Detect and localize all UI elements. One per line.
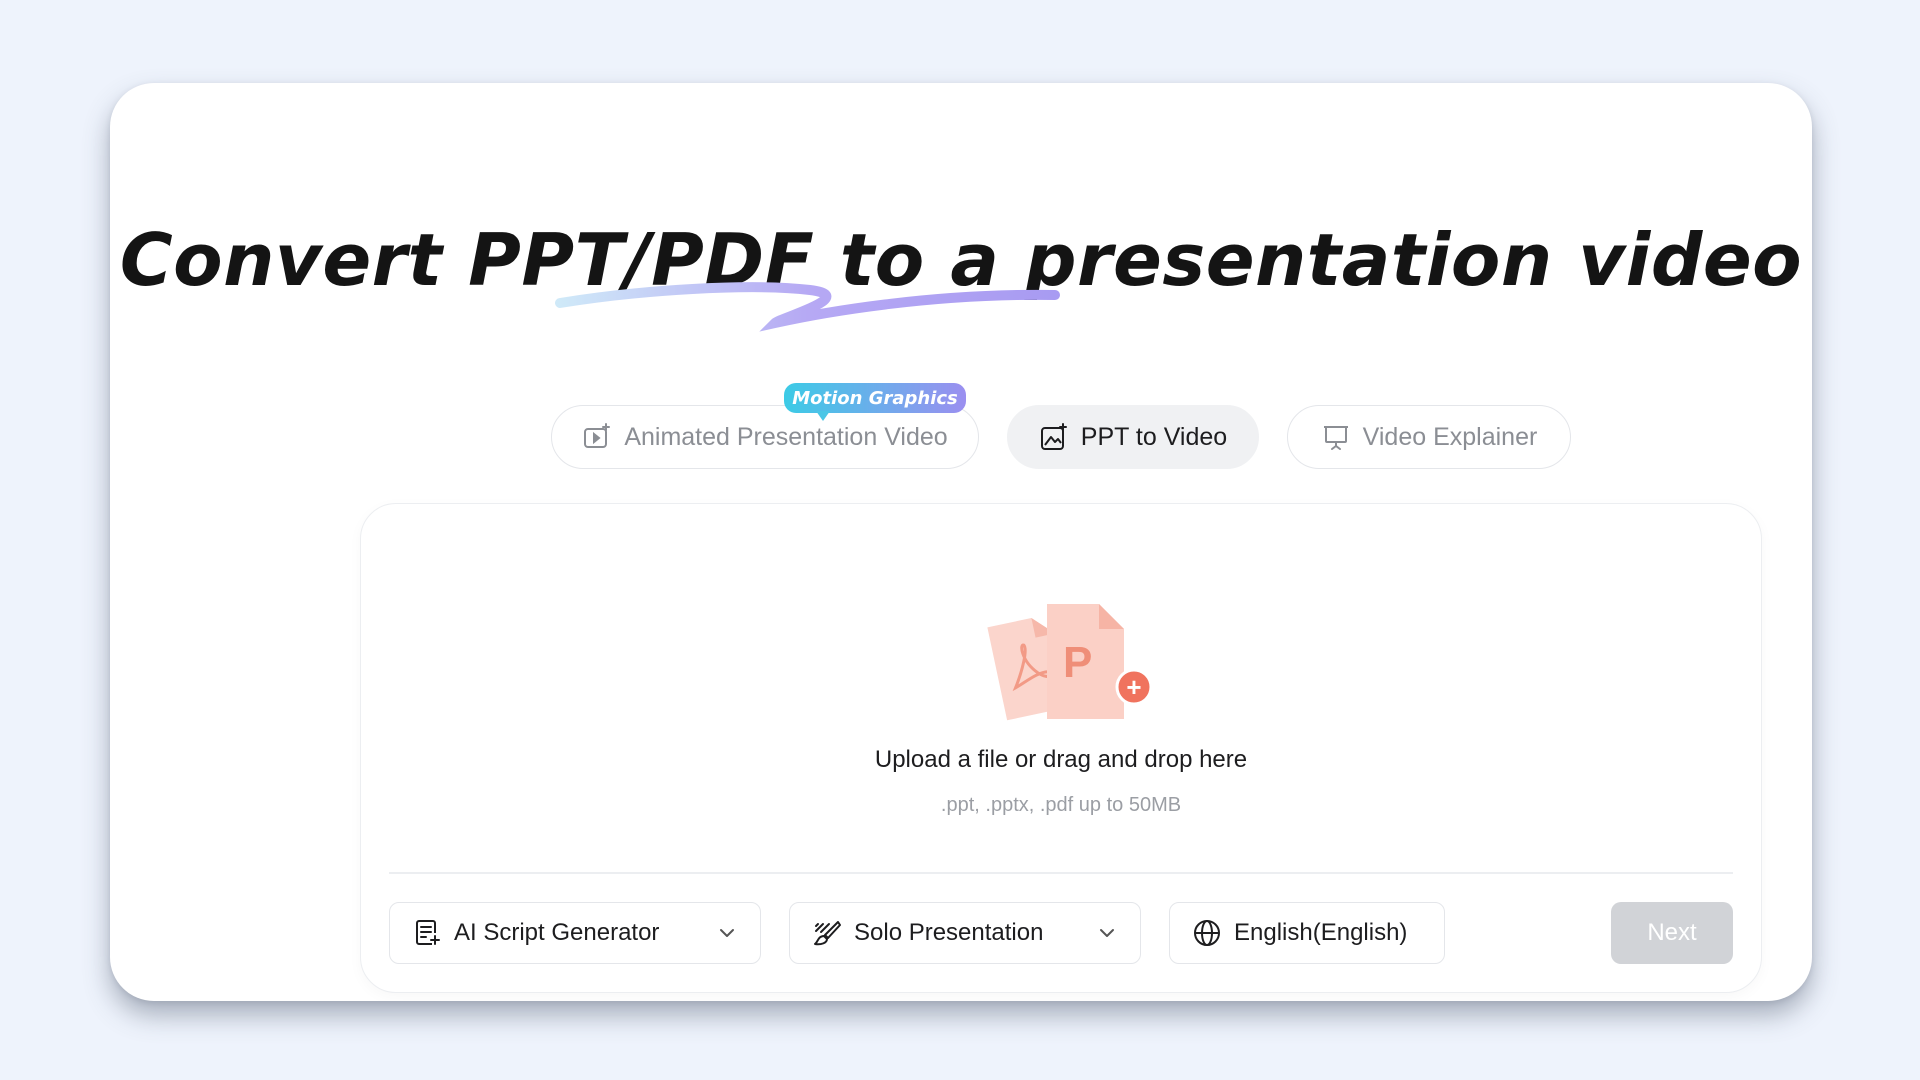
next-button[interactable]: Next: [1611, 902, 1733, 964]
upload-file-types: .ppt, .pptx, .pdf up to 50MB: [940, 794, 1182, 816]
badge-pointer: [816, 411, 830, 421]
script-generator-dropdown[interactable]: AI Script Generator: [389, 902, 761, 964]
script-icon: [412, 918, 442, 948]
motion-graphics-badge: Motion Graphics: [784, 383, 966, 413]
svg-text:+: +: [1126, 672, 1141, 702]
upload-panel: P + Upload a file or drag and drop here …: [360, 503, 1762, 993]
tab-ppt-to-video[interactable]: PPT to Video: [1007, 405, 1259, 469]
ppt-file-icon: P: [1047, 604, 1124, 719]
tab-label: Video Explainer: [1362, 422, 1538, 451]
tab-animated-presentation-video[interactable]: Animated Presentation Video: [551, 405, 979, 469]
mode-tabs: Animated Presentation Video PPT to Video: [110, 405, 1812, 469]
dropdown-label: AI Script Generator: [454, 919, 660, 946]
file-drop-zone[interactable]: P + Upload a file or drag and drop here …: [389, 524, 1733, 869]
tab-video-explainer[interactable]: Video Explainer: [1287, 405, 1571, 469]
presentation-board-icon: [1321, 422, 1351, 452]
brush-icon: [812, 918, 842, 948]
tab-label: Animated Presentation Video: [624, 422, 948, 451]
presentation-mode-dropdown[interactable]: Solo Presentation: [789, 902, 1141, 964]
chevron-down-icon: [1096, 922, 1118, 944]
video-sparkle-icon: [582, 422, 612, 452]
globe-icon: [1192, 918, 1222, 948]
upload-title: Upload a file or drag and drop here: [874, 746, 1248, 773]
language-selector[interactable]: English(English): [1169, 902, 1445, 964]
file-upload-illustration: P +: [987, 604, 1153, 721]
divider: [389, 872, 1733, 874]
image-sparkle-icon: [1039, 422, 1069, 452]
svg-text:P: P: [1063, 638, 1092, 687]
dropdown-label: Solo Presentation: [854, 919, 1044, 946]
add-circle-icon: +: [1115, 668, 1153, 706]
main-card: Convert PPT/PDF to a presentation video …: [110, 83, 1812, 1001]
chevron-down-icon: [716, 922, 738, 944]
title-underline-swoosh: [555, 282, 1060, 332]
language-label: English(English): [1234, 919, 1408, 946]
tab-label: PPT to Video: [1080, 422, 1228, 451]
